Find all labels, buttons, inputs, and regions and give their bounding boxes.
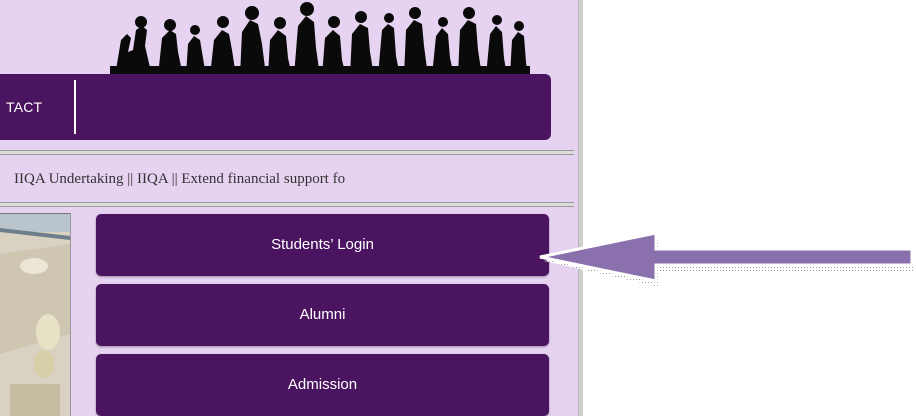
page: TACT IIQA Undertaking || IIQA || Extend … xyxy=(0,0,916,416)
banner-silhouette-image xyxy=(0,0,578,76)
divider-line xyxy=(0,202,574,207)
news-ticker-text[interactable]: IIQA Undertaking || IIQA || Extend finan… xyxy=(14,171,345,188)
main-nav-bar: TACT xyxy=(0,74,551,140)
news-ticker: IIQA Undertaking || IIQA || Extend finan… xyxy=(0,156,574,202)
campus-photo xyxy=(0,213,71,416)
alumni-button[interactable]: Alumni xyxy=(96,284,549,346)
nav-divider xyxy=(74,80,76,134)
nav-item-contact[interactable]: TACT xyxy=(6,99,42,115)
students-login-button[interactable]: Students’ Login xyxy=(96,214,549,276)
website-viewport: TACT IIQA Undertaking || IIQA || Extend … xyxy=(0,0,578,416)
pointer-arrow-icon xyxy=(534,225,916,289)
admission-button[interactable]: Admission xyxy=(96,354,549,416)
scrollbar-edge xyxy=(578,0,583,416)
divider-line xyxy=(0,150,574,155)
